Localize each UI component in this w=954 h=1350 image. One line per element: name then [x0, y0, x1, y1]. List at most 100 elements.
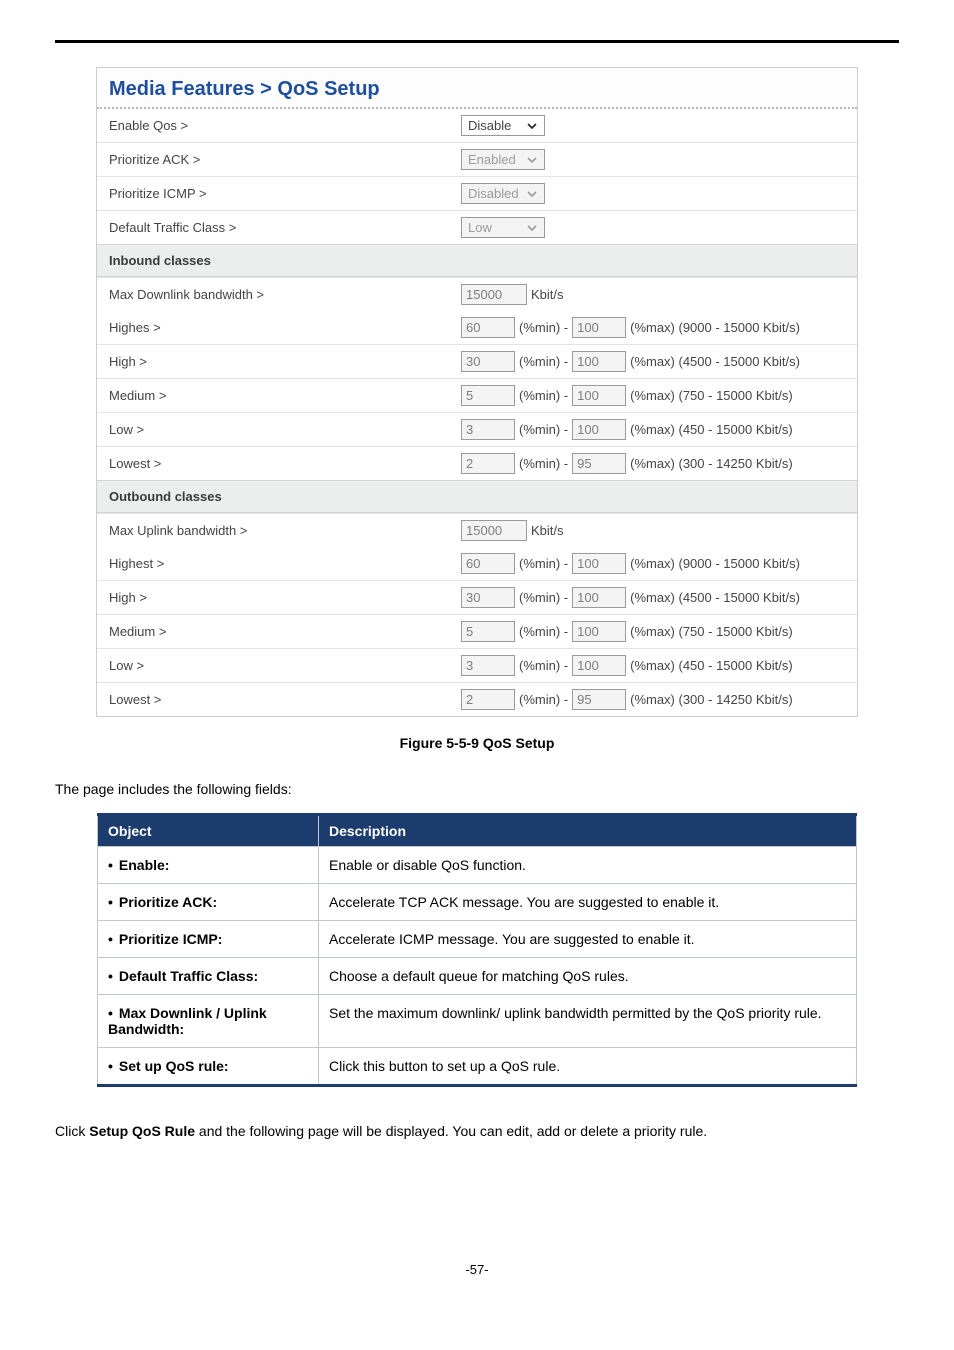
config-label: Default Traffic Class > — [97, 212, 451, 243]
pctmax-label: (%max) (750 - 15000 Kbit/s) — [630, 388, 793, 403]
config-select[interactable]: Disabled — [461, 183, 545, 204]
unit-max-downlink: Kbit/s — [531, 287, 564, 302]
bullet-icon: • — [108, 1058, 113, 1074]
panel-config-row: Enable Qos > Disable — [97, 109, 857, 142]
class-row: Medium >5(%min) -100(%max) (750 - 15000 … — [97, 378, 857, 412]
class-row: High > 30 (%min) - 100 (%max) (4500 - 15000 … — [97, 580, 857, 614]
config-label: Enable Qos > — [97, 110, 451, 141]
table-row: •Default Traffic Class:Choose a default … — [98, 958, 857, 995]
inbound-header: Inbound classes — [97, 244, 857, 277]
object-cell: •Prioritize ICMP: — [98, 921, 319, 958]
page-number: -57- — [55, 1262, 899, 1277]
pctmax-label: (%max) (4500 - 15000 Kbit/s) — [630, 354, 800, 369]
class-label: Highest > — [97, 548, 451, 579]
config-select[interactable]: Low — [461, 217, 545, 238]
pctmax-label: (%max) (300 - 14250 Kbit/s) — [630, 692, 793, 707]
panel-config-row: Prioritize ACK >Enabled — [97, 142, 857, 176]
class-max-input[interactable]: 95 — [572, 453, 626, 474]
object-cell: •Enable: — [98, 847, 319, 884]
class-row: High >30(%min) -100(%max) (4500 - 15000 … — [97, 344, 857, 378]
pctmin-label: (%min) - — [519, 388, 568, 403]
class-label: High > — [97, 582, 451, 613]
select-value: Enabled — [468, 152, 516, 167]
table-row: •Prioritize ICMP:Accelerate ICMP message… — [98, 921, 857, 958]
row-max-uplink: Max Uplink bandwidth > 15000 Kbit/s — [97, 513, 857, 547]
pctmax-label: (%max) (4500 - 15000 Kbit/s) — [630, 590, 800, 605]
chevron-down-icon — [526, 188, 538, 200]
bullet-icon: • — [108, 1005, 113, 1021]
panel-config-row: Default Traffic Class > Low — [97, 210, 857, 244]
label-max-downlink: Max Downlink bandwidth > — [97, 279, 451, 310]
row-max-downlink: Max Downlink bandwidth > 15000 Kbit/s — [97, 277, 857, 311]
class-row: Low >3(%min) -100(%max) (450 - 15000 Kbi… — [97, 648, 857, 682]
class-row: Low > 3 (%min) - 100 (%max) (450 - 15000 Kbi… — [97, 412, 857, 446]
class-label: Lowest > — [97, 448, 451, 479]
class-max-input[interactable]: 100 — [572, 553, 626, 574]
class-max-input[interactable]: 100 — [572, 587, 626, 608]
pctmax-label: (%max) (9000 - 15000 Kbit/s) — [630, 556, 800, 571]
class-min-input[interactable]: 2 — [461, 453, 515, 474]
class-max-input[interactable]: 100 — [572, 317, 626, 338]
class-max-input[interactable]: 95 — [572, 689, 626, 710]
class-max-input[interactable]: 100 — [572, 621, 626, 642]
pctmin-label: (%min) - — [519, 590, 568, 605]
class-min-input[interactable]: 30 — [461, 587, 515, 608]
pctmin-label: (%min) - — [519, 456, 568, 471]
bullet-icon: • — [108, 894, 113, 910]
description-cell: Accelerate TCP ACK message. You are sugg… — [319, 884, 857, 921]
class-max-input[interactable]: 100 — [572, 655, 626, 676]
select-value: Disable — [468, 118, 511, 133]
chevron-down-icon — [526, 154, 538, 166]
input-max-downlink[interactable]: 15000 — [461, 284, 527, 305]
outbound-header: Outbound classes — [97, 480, 857, 513]
pctmin-label: (%min) - — [519, 692, 568, 707]
th-description: Description — [319, 815, 857, 847]
pctmin-label: (%min) - — [519, 320, 568, 335]
class-min-input[interactable]: 5 — [461, 385, 515, 406]
class-min-input[interactable]: 3 — [461, 419, 515, 440]
bullet-icon: • — [108, 931, 113, 947]
label-max-uplink: Max Uplink bandwidth > — [97, 515, 451, 546]
class-label: Lowest > — [97, 684, 451, 715]
unit-max-uplink: Kbit/s — [531, 523, 564, 538]
class-min-input[interactable]: 30 — [461, 351, 515, 372]
input-max-uplink[interactable]: 15000 — [461, 520, 527, 541]
class-max-input[interactable]: 100 — [572, 419, 626, 440]
object-cell: •Max Downlink / Uplink Bandwidth: — [98, 995, 319, 1048]
panel-config-row: Prioritize ICMP >Disabled — [97, 176, 857, 210]
table-row: •Set up QoS rule:Click this button to se… — [98, 1048, 857, 1086]
class-row: Lowest > 2 (%min) - 95 (%max) (300 - 14250 K… — [97, 446, 857, 480]
object-cell: •Prioritize ACK: — [98, 884, 319, 921]
class-max-input[interactable]: 100 — [572, 351, 626, 372]
description-cell: Set the maximum downlink/ uplink bandwid… — [319, 995, 857, 1048]
class-max-input[interactable]: 100 — [572, 385, 626, 406]
description-cell: Enable or disable QoS function. — [319, 847, 857, 884]
bullet-icon: • — [108, 857, 113, 873]
class-row: Medium >5(%min) -100(%max) (750 - 15000 … — [97, 614, 857, 648]
class-min-input[interactable]: 5 — [461, 621, 515, 642]
class-label: High > — [97, 346, 451, 377]
object-cell: •Set up QoS rule: — [98, 1048, 319, 1086]
closing-suffix: and the following page will be displayed… — [195, 1123, 707, 1139]
table-row: •Max Downlink / Uplink Bandwidth:Set the… — [98, 995, 857, 1048]
pctmax-label: (%max) (300 - 14250 Kbit/s) — [630, 456, 793, 471]
th-object: Object — [98, 815, 319, 847]
select-value: Low — [468, 220, 492, 235]
pctmin-label: (%min) - — [519, 422, 568, 437]
pctmax-label: (%max) (450 - 15000 Kbit/s) — [630, 422, 793, 437]
description-cell: Accelerate ICMP message. You are suggest… — [319, 921, 857, 958]
class-label: Low > — [97, 414, 451, 445]
config-select[interactable]: Disable — [461, 115, 545, 136]
class-row: Highes >60(%min) -100(%max) (9000 - 1500… — [97, 311, 857, 344]
panel-title: Media Features > QoS Setup — [97, 68, 857, 109]
description-cell: Choose a default queue for matching QoS … — [319, 958, 857, 995]
class-min-input[interactable]: 60 — [461, 553, 515, 574]
class-min-input[interactable]: 2 — [461, 689, 515, 710]
class-label: Highes > — [97, 312, 451, 343]
class-min-input[interactable]: 3 — [461, 655, 515, 676]
class-min-input[interactable]: 60 — [461, 317, 515, 338]
pctmin-label: (%min) - — [519, 556, 568, 571]
closing-prefix: Click — [55, 1123, 89, 1139]
config-select[interactable]: Enabled — [461, 149, 545, 170]
class-row: Lowest > 2 (%min) - 95 (%max) (300 - 14250 K… — [97, 682, 857, 716]
